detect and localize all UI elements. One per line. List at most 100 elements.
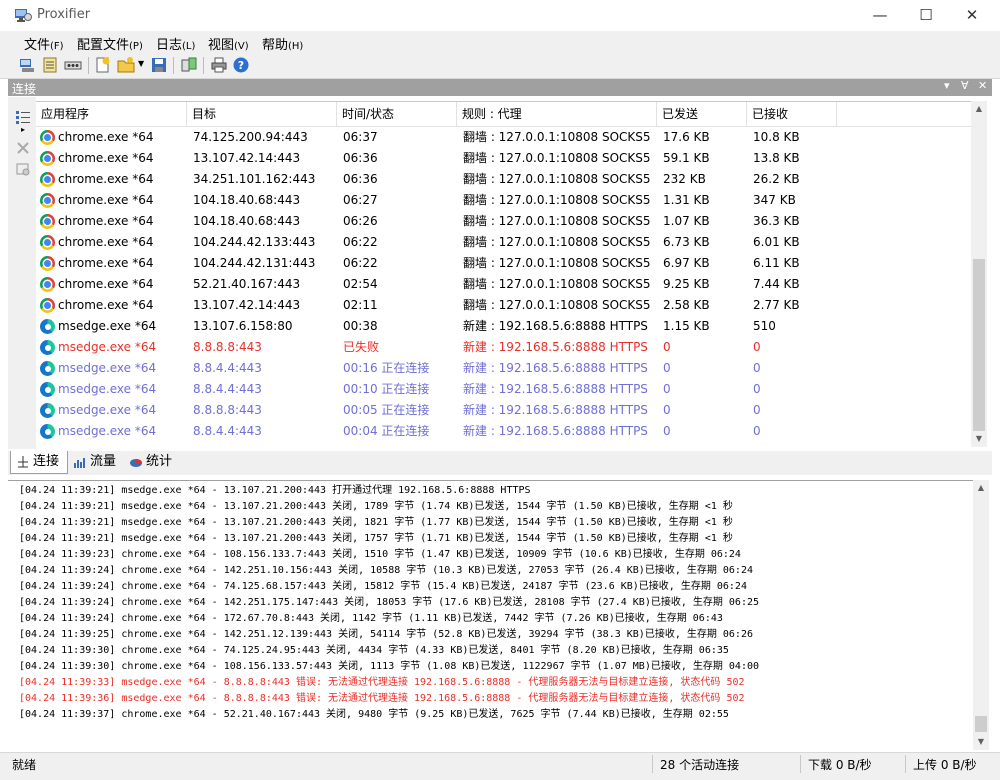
chrome-icon (40, 172, 55, 187)
log-scroll-thumb[interactable] (975, 716, 987, 732)
scroll-down-arrow-icon[interactable]: ▼ (971, 431, 987, 447)
table-row[interactable]: chrome.exe *64 52.21.40.167:443 02:54 翻墙 : … (36, 274, 971, 295)
log-scrollbar[interactable]: ▲ ▼ (973, 480, 989, 750)
tab-traffic[interactable]: 流量 (68, 451, 128, 473)
connections-scrollbar[interactable]: ▲ ▼ (971, 101, 987, 447)
window-title: Proxifier (37, 7, 91, 22)
print-icon[interactable] (210, 56, 228, 74)
edge-icon (40, 319, 55, 334)
row-app: chrome.exe *64 (58, 235, 154, 249)
row-sent: 0 (663, 424, 671, 438)
log-line: [04.24 11:39:37] chrome.exe *64 - 52.21.… (19, 709, 729, 720)
minimize-button[interactable]: — (857, 0, 903, 31)
table-row[interactable]: msedge.exe *64 8.8.4.4:443 00:04 正在连接 新建 : … (36, 421, 971, 442)
download-rate: 下载 0 B/秒 (808, 758, 872, 772)
row-received: 0 (753, 361, 761, 375)
close-button[interactable]: ✕ (949, 0, 995, 31)
table-row[interactable]: msedge.exe *64 8.8.4.4:443 00:16 正在连接 新建 : … (36, 358, 971, 379)
edge-icon (40, 340, 55, 355)
column-header-app[interactable]: 应用程序 (36, 102, 187, 126)
table-row[interactable]: chrome.exe *64 13.107.42.14:443 02:11 翻墙 : … (36, 295, 971, 316)
proxy-servers-icon[interactable] (180, 56, 198, 74)
column-header-sent[interactable]: 已发送 (657, 102, 747, 126)
row-app: chrome.exe *64 (58, 298, 154, 312)
proxifier-app-icon (15, 9, 32, 22)
chrome-icon (40, 130, 55, 145)
traffic-chart-icon (74, 458, 85, 468)
menu-help[interactable]: 帮助(H) (262, 34, 303, 53)
row-time-status: 02:54 (343, 277, 378, 291)
menu-bar: 文件(F) 配置文件(P) 日志(L) 视图(V) 帮助(H) (0, 31, 1000, 53)
scroll-up-arrow-icon[interactable]: ▲ (971, 101, 987, 117)
row-rule-proxy: 翻墙 : 127.0.0.1:10808 SOCKS5 (463, 298, 651, 312)
open-profile-icon[interactable] (117, 56, 135, 74)
row-app: chrome.exe *64 (58, 277, 154, 291)
row-target: 34.251.101.162:443 (193, 172, 316, 186)
row-app: chrome.exe *64 (58, 172, 154, 186)
table-row[interactable]: chrome.exe *64 104.18.40.68:443 06:27 翻墙 : … (36, 190, 971, 211)
row-sent: 1.07 KB (663, 214, 710, 228)
table-row[interactable]: msedge.exe *64 8.8.4.4:443 00:10 正在连接 新建 : … (36, 379, 971, 400)
log-line: [04.24 11:39:21] msedge.exe *64 - 13.107… (19, 485, 531, 496)
tab-statistics[interactable]: 统计 (124, 451, 184, 473)
connections-view-icon[interactable] (18, 56, 36, 74)
log-line: [04.24 11:39:21] msedge.exe *64 - 13.107… (19, 501, 733, 512)
maximize-button[interactable]: ☐ (903, 0, 949, 31)
connection-properties-icon[interactable] (15, 161, 31, 177)
row-app: chrome.exe *64 (58, 214, 154, 228)
panel-close-icon[interactable]: ✕ (978, 79, 987, 92)
tab-connections[interactable]: 连接 (10, 451, 68, 474)
list-view-icon[interactable] (15, 109, 31, 125)
column-header-time-status[interactable]: 时间/状态 (337, 102, 457, 126)
help-icon[interactable]: ? (232, 56, 250, 74)
table-row[interactable]: chrome.exe *64 104.18.40.68:443 06:26 翻墙 : … (36, 211, 971, 232)
row-rule-proxy: 翻墙 : 127.0.0.1:10808 SOCKS5 (463, 193, 651, 207)
row-received: 0 (753, 424, 761, 438)
chrome-icon (40, 277, 55, 292)
log-line: [04.24 11:39:24] chrome.exe *64 - 142.25… (19, 565, 753, 576)
table-row[interactable]: msedge.exe *64 13.107.6.158:80 00:38 新建 : 1… (36, 316, 971, 337)
expand-arrow-icon[interactable]: ▸ (21, 125, 25, 134)
table-row[interactable]: chrome.exe *64 74.125.200.94:443 06:37 翻墙 :… (36, 127, 971, 148)
row-received: 6.01 KB (753, 235, 800, 249)
menu-file[interactable]: 文件(F) (24, 34, 64, 53)
menu-view[interactable]: 视图(V) (208, 34, 249, 53)
table-row[interactable]: msedge.exe *64 8.8.8.8:443 已失败 新建 : 192.168… (36, 337, 971, 358)
row-received: 13.8 KB (753, 151, 800, 165)
table-row[interactable]: chrome.exe *64 13.107.42.14:443 06:36 翻墙 : … (36, 148, 971, 169)
row-sent: 0 (663, 403, 671, 417)
log-scroll-up-arrow-icon[interactable]: ▲ (973, 480, 989, 496)
new-profile-icon[interactable] (94, 56, 112, 74)
table-row[interactable]: msedge.exe *64 8.8.8.8:443 00:05 正在连接 新建 : … (36, 400, 971, 421)
table-row[interactable]: chrome.exe *64 104.244.42.131:443 06:22 翻墙 … (36, 253, 971, 274)
row-received: 6.11 KB (753, 256, 800, 270)
close-connection-icon[interactable] (15, 140, 31, 156)
row-app: msedge.exe *64 (58, 319, 157, 333)
row-time-status: 00:38 (343, 319, 378, 333)
network-settings-icon[interactable] (64, 56, 82, 74)
column-header-target[interactable]: 目标 (187, 102, 337, 126)
log-scroll-down-arrow-icon[interactable]: ▼ (973, 734, 989, 750)
row-rule-proxy: 新建 : 192.168.5.6:8888 HTTPS (463, 403, 648, 417)
save-profile-icon[interactable] (150, 56, 168, 74)
table-row[interactable]: chrome.exe *64 104.244.42.133:443 06:22 翻墙 … (36, 232, 971, 253)
edge-icon (40, 382, 55, 397)
menu-log[interactable]: 日志(L) (156, 34, 195, 53)
open-profile-dropdown-icon[interactable]: ▼ (138, 59, 144, 68)
statistics-pie-icon (130, 459, 142, 467)
menu-profile[interactable]: 配置文件(P) (77, 34, 143, 53)
log-file-icon[interactable] (41, 56, 59, 74)
panel-pin-icon[interactable]: ∀ (961, 79, 969, 92)
table-row[interactable]: chrome.exe *64 34.251.101.162:443 06:36 翻墙 … (36, 169, 971, 190)
panel-menu-icon[interactable]: ▾ (944, 79, 950, 92)
row-time-status: 06:37 (343, 130, 378, 144)
row-rule-proxy: 新建 : 192.168.5.6:8888 HTTPS (463, 319, 648, 333)
row-received: 36.3 KB (753, 214, 800, 228)
column-header-rule-proxy[interactable]: 规则 : 代理 (457, 102, 657, 126)
row-app: chrome.exe *64 (58, 193, 154, 207)
column-header-received[interactable]: 已接收 (747, 102, 837, 126)
row-time-status: 已失败 (343, 340, 380, 354)
tab-label: 统计 (146, 454, 173, 469)
row-app: chrome.exe *64 (58, 151, 154, 165)
scroll-thumb[interactable] (973, 259, 985, 431)
